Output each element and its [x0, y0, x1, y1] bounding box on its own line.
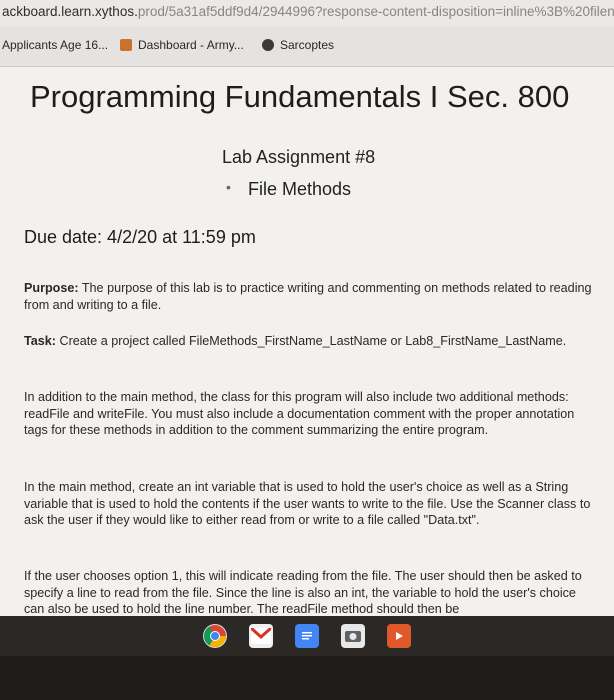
launcher-bar: [0, 616, 614, 656]
youtube-icon[interactable]: [387, 624, 411, 648]
bookmarks-bar: Applicants Age 16... Dashboard - Army...…: [0, 26, 614, 67]
address-bar[interactable]: ackboard.learn.xythos.prod/5a31af5ddf9d4…: [0, 0, 614, 26]
bookmark-label: Applicants Age 16...: [2, 38, 109, 52]
bookmark-favicon-icon: [120, 39, 132, 51]
document-title: Programming Fundamentals I Sec. 800: [30, 79, 570, 114]
os-shelf: [0, 616, 614, 700]
task-paragraph: Task: Create a project called FileMethod…: [24, 333, 596, 350]
option-paragraph: If the user chooses option 1, this will …: [24, 569, 582, 616]
bookmark-dashboard[interactable]: Dashboard - Army...: [120, 38, 244, 52]
url-host: ackboard.learn.xythos.: [2, 4, 138, 19]
purpose-label: Purpose:: [24, 281, 79, 295]
due-date: Due date: 4/2/20 at 11:59 pm: [24, 227, 256, 247]
main-method-paragraph: In the main method, create an int variab…: [24, 480, 591, 527]
bookmark-favicon-icon: [262, 39, 274, 51]
file-methods-heading: File Methods: [248, 179, 352, 199]
bookmark-sarcoptes[interactable]: Sarcoptes: [262, 38, 334, 52]
methods-paragraph: In addition to the main method, the clas…: [24, 390, 575, 437]
gmail-icon[interactable]: [249, 624, 273, 648]
chrome-icon[interactable]: [203, 624, 227, 648]
bookmark-applicants[interactable]: Applicants Age 16...: [2, 38, 108, 52]
docs-icon[interactable]: [295, 624, 319, 648]
purpose-text: The purpose of this lab is to practice w…: [24, 281, 592, 312]
task-label: Task:: [24, 334, 56, 348]
camera-icon[interactable]: [341, 624, 365, 648]
document-page: Programming Fundamentals I Sec. 800 Lab …: [0, 67, 614, 616]
purpose-paragraph: Purpose: The purpose of this lab is to p…: [24, 280, 596, 313]
lab-assignment-heading: Lab Assignment #8: [222, 147, 376, 167]
bookmark-label: Sarcoptes: [280, 38, 335, 52]
url-path: prod/5a31af5ddf9d4/2944996?response-cont…: [137, 4, 614, 19]
bullet: •: [226, 179, 231, 195]
task-text: Create a project called FileMethods_Firs…: [55, 334, 567, 348]
bookmark-label: Dashboard - Army...: [138, 38, 244, 52]
